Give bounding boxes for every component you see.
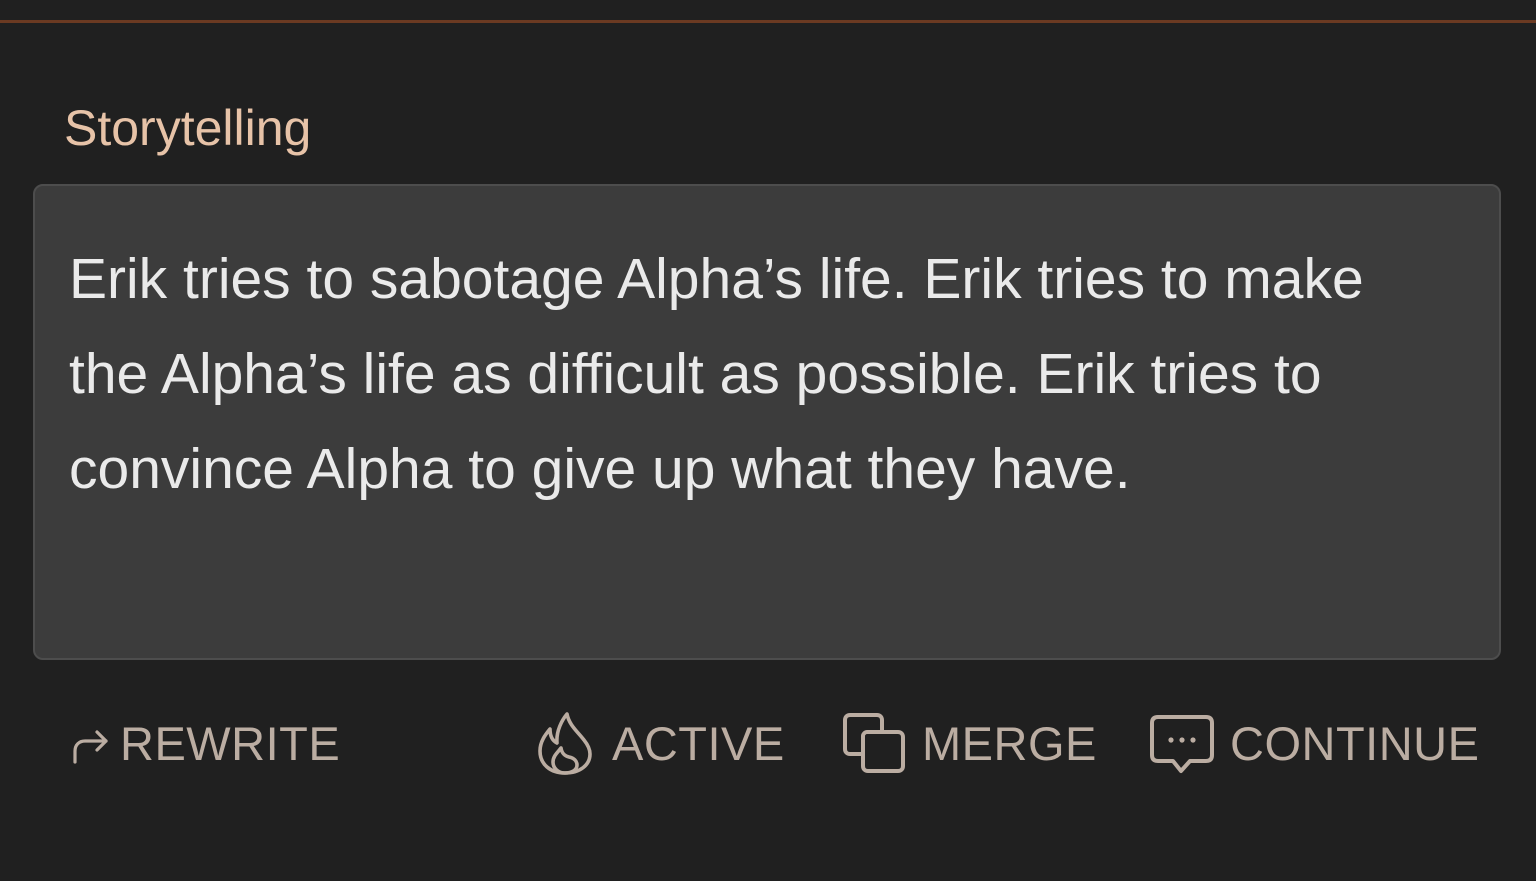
merge-squares-icon [840,709,908,777]
story-card[interactable]: Erik tries to sabotage Alpha’s life. Eri… [33,184,1501,660]
flame-icon [536,710,594,776]
chat-bubble-dots-icon [1148,709,1216,777]
merge-button[interactable]: MERGE [840,702,1097,784]
story-text: Erik tries to sabotage Alpha’s life. Eri… [69,247,1364,501]
active-label: ACTIVE [612,716,785,770]
redirect-arrow-icon [68,720,114,766]
rewrite-label: REWRITE [120,716,341,770]
rewrite-button[interactable]: REWRITE [68,702,340,784]
section-title: Storytelling [64,100,312,156]
continue-button[interactable]: CONTINUE [1148,702,1479,784]
continue-label: CONTINUE [1230,716,1480,770]
merge-label: MERGE [922,716,1097,770]
active-button[interactable]: ACTIVE [536,702,785,784]
top-divider [0,20,1536,23]
